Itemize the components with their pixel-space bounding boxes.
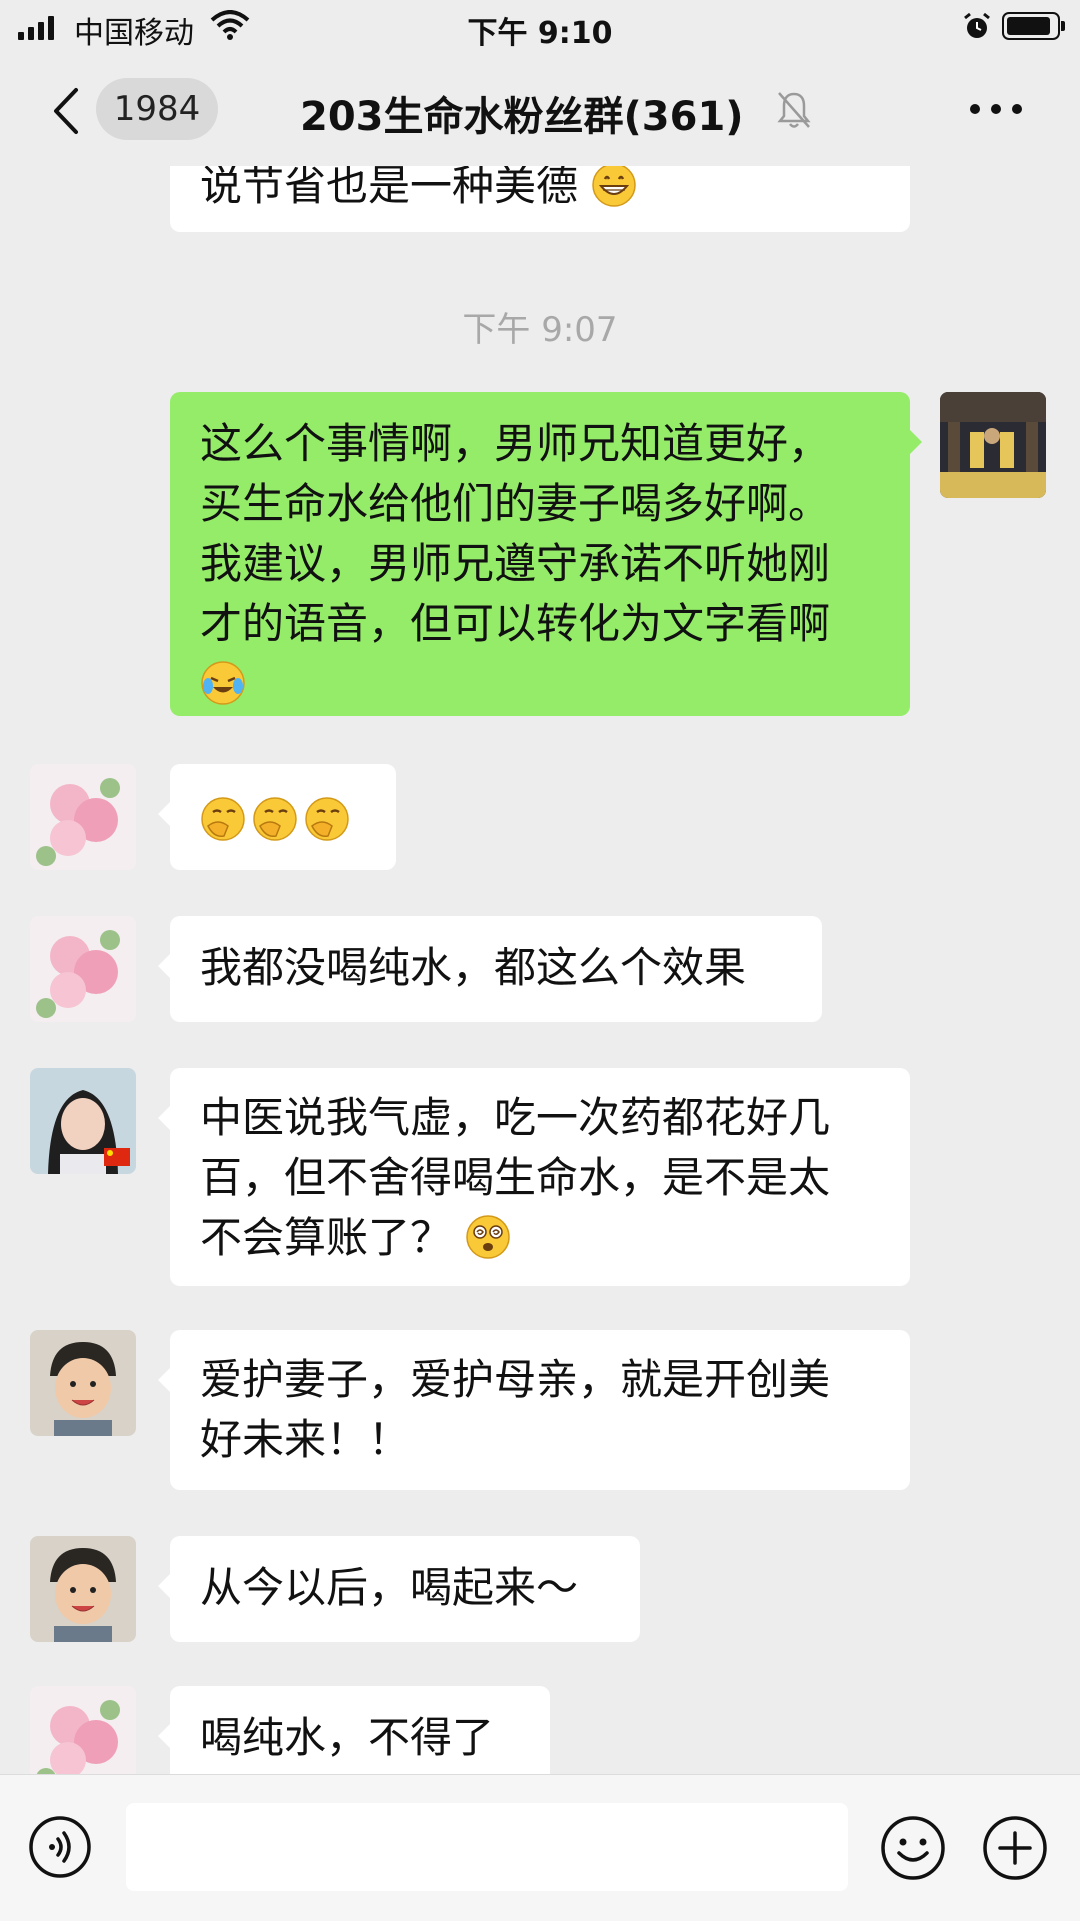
temple-avatar[interactable]: [940, 392, 1046, 498]
status-time: 下午 9:10: [467, 16, 613, 51]
flower-avatar[interactable]: [30, 1686, 136, 1774]
flower-avatar[interactable]: [30, 764, 136, 870]
message-text-line: 中医说我气虚，吃一次药都花好几: [200, 1093, 831, 1142]
child-avatar[interactable]: [30, 1536, 136, 1642]
grin-emoji-icon: [592, 166, 637, 207]
time-divider: 下午 9:07: [462, 310, 618, 350]
message-bubble[interactable]: 爱护妻子，爱护母亲，就是开创美 好未来！！: [158, 1330, 910, 1490]
message-text-line: 好未来！！: [200, 1415, 411, 1464]
message-text: 说节省也是一种美德: [200, 166, 579, 210]
plus-icon[interactable]: [982, 1815, 1048, 1881]
laugh-cry-emoji-icon: [201, 661, 245, 705]
message-text-line: 我建议，男师兄遵守承诺不听她刚: [200, 539, 831, 588]
more-icon[interactable]: [970, 102, 1022, 116]
battery-level: [1007, 17, 1050, 35]
dizzy-emoji-icon: [466, 1215, 511, 1259]
message-text-line: 这么个事情啊，男师兄知道更好，: [200, 419, 831, 468]
child-avatar[interactable]: [30, 1330, 136, 1436]
message-text-line: 百，但不舍得喝生命水，是不是太: [200, 1153, 831, 1202]
message-text: 从今以后，喝起来～: [200, 1563, 579, 1612]
status-bar: 中国移动 下午 9:10: [0, 0, 1080, 56]
message-text-line: 不会算账了？: [200, 1213, 453, 1262]
message-text-line: 买生命水给他们的妻子喝多好啊。: [200, 479, 831, 528]
message-bubble[interactable]: 说节省也是一种美德: [170, 166, 910, 232]
input-bar: [0, 1774, 1080, 1921]
message-text-line: 爱护妻子，爱护母亲，就是开创美: [200, 1355, 831, 1404]
message-text: 喝纯水，不得了: [200, 1713, 495, 1762]
message-bubble-self[interactable]: 这么个事情啊，男师兄知道更好， 买生命水给他们的妻子喝多好啊。 我建议，男师兄遵…: [170, 392, 922, 716]
nav-bar: 1984 203生命水粉丝群(361): [0, 56, 1080, 166]
unread-count-badge[interactable]: 1984: [96, 78, 218, 140]
message-bubble[interactable]: 中医说我气虚，吃一次药都花好几 百，但不舍得喝生命水，是不是太 不会算账了？: [158, 1068, 910, 1286]
facepalm-emoji-icon: [201, 797, 245, 841]
chat-message-list[interactable]: 说节省也是一种美德 下午 9:07 这么个事情啊，男师兄知道更好， 买生命水给他…: [0, 166, 1080, 1774]
message-input[interactable]: [126, 1803, 848, 1891]
woman-avatar[interactable]: [30, 1068, 136, 1174]
battery-icon: [1002, 12, 1065, 40]
message-text: 我都没喝纯水，都这么个效果: [200, 943, 747, 992]
voice-icon[interactable]: [28, 1815, 92, 1879]
message-bubble[interactable]: 喝纯水，不得了: [158, 1686, 550, 1774]
facepalm-emoji-icon: [253, 797, 297, 841]
message-text-line: 才的语音，但可以转化为文字看啊: [200, 599, 831, 648]
chat-title: 203生命水粉丝群(361): [300, 94, 744, 140]
emoji-icon[interactable]: [880, 1815, 946, 1881]
message-bubble[interactable]: 我都没喝纯水，都这么个效果: [158, 916, 822, 1022]
message-bubble[interactable]: [158, 764, 396, 870]
message-bubble[interactable]: 从今以后，喝起来～: [158, 1536, 640, 1642]
mute-icon: [777, 92, 811, 128]
flower-avatar[interactable]: [30, 916, 136, 1022]
alarm-icon: [964, 12, 990, 38]
back-icon[interactable]: [48, 86, 88, 136]
facepalm-emoji-icon: [305, 797, 349, 841]
